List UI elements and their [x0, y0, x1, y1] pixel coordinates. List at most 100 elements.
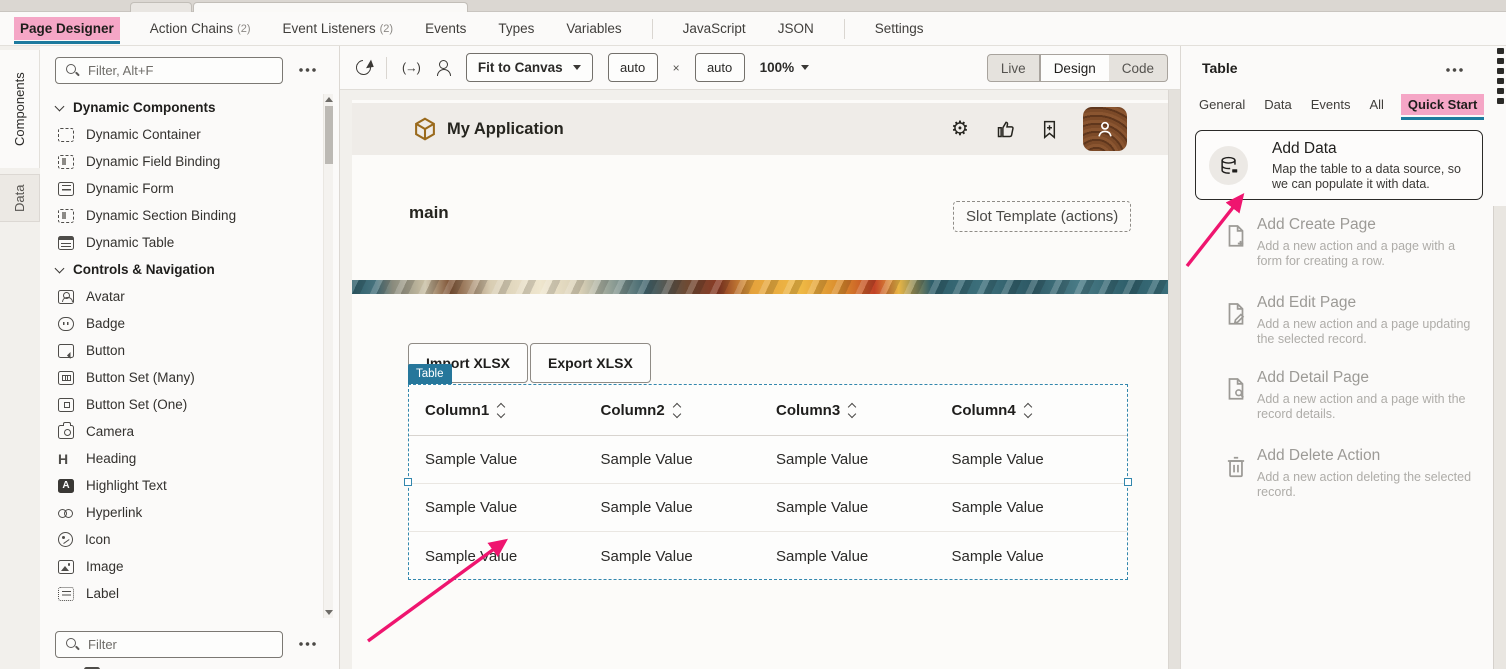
bookmark-icon[interactable]: [1039, 119, 1060, 140]
palette-overflow-menu-icon[interactable]: [299, 68, 317, 72]
palette-filter[interactable]: [55, 57, 283, 84]
app-header-bar[interactable]: My Application ⚙: [352, 103, 1168, 155]
zoom-dropdown[interactable]: 100%: [760, 60, 810, 75]
editor-tab-bar: Page Designer Action Chains(2) Event Lis…: [0, 12, 1506, 46]
collapsed-edge-tab[interactable]: [1497, 48, 1506, 112]
selection-handle-right[interactable]: [1124, 478, 1132, 486]
selection-handle-left[interactable]: [404, 478, 412, 486]
scroll-up-icon[interactable]: [325, 97, 333, 102]
dynamic-field-binding-icon: [58, 155, 74, 169]
gear-icon[interactable]: ⚙: [951, 119, 972, 140]
button-icon: [58, 344, 74, 358]
table-row[interactable]: Sample ValueSample ValueSample ValueSamp…: [409, 484, 1127, 532]
scroll-down-icon[interactable]: [325, 610, 333, 615]
column-header[interactable]: Column4: [952, 402, 1128, 419]
mode-code-button[interactable]: Code: [1109, 54, 1168, 82]
table-row[interactable]: Sample ValueSample ValueSample ValueSamp…: [409, 532, 1127, 580]
button-set-one-icon: [58, 398, 74, 412]
mode-design-button[interactable]: Design: [1040, 54, 1109, 82]
column-header[interactable]: Column1: [425, 402, 601, 419]
app-header-icons: ⚙: [951, 107, 1127, 151]
section-controls-navigation[interactable]: Controls & Navigation: [40, 256, 326, 283]
inspector-overflow-menu-icon[interactable]: [1446, 68, 1464, 72]
canvas-width-input[interactable]: [608, 53, 658, 82]
left-rail: Components Data: [0, 46, 40, 669]
live-preview-icon[interactable]: [402, 61, 420, 75]
inspector-tab-general[interactable]: General: [1197, 94, 1247, 115]
palette-scrollbar[interactable]: [323, 94, 333, 618]
structure-filter[interactable]: [55, 631, 283, 658]
rail-tab-data[interactable]: Data: [0, 174, 40, 222]
fit-to-canvas-dropdown[interactable]: Fit to Canvas: [466, 53, 593, 82]
component-icon[interactable]: Icon: [40, 526, 326, 553]
designed-page[interactable]: My Application ⚙ main Slot Template (act…: [352, 100, 1168, 669]
component-button-set-one[interactable]: Button Set (One): [40, 391, 326, 418]
sort-icon[interactable]: [1025, 404, 1031, 417]
section-dynamic-components[interactable]: Dynamic Components: [40, 94, 326, 121]
mode-switcher: Live Design Code: [987, 54, 1168, 82]
column-header[interactable]: Column2: [601, 402, 777, 419]
component-dynamic-container[interactable]: Dynamic Container: [40, 121, 326, 148]
inspector-tab-events[interactable]: Events: [1309, 94, 1353, 115]
component-avatar[interactable]: Avatar: [40, 283, 326, 310]
component-button-set-many[interactable]: Button Set (Many): [40, 364, 326, 391]
component-hyperlink[interactable]: Hyperlink: [40, 499, 326, 526]
table-row[interactable]: Sample ValueSample ValueSample ValueSamp…: [409, 436, 1127, 484]
trash-icon: [1223, 454, 1249, 480]
tab-settings[interactable]: Settings: [873, 17, 926, 40]
quick-start-add-data[interactable]: Add Data Map the table to a data source,…: [1195, 130, 1483, 200]
inspector-tabs: General Data Events All Quick Start: [1197, 94, 1484, 115]
mode-live-button[interactable]: Live: [987, 54, 1040, 82]
quick-start-title: Add Data: [1272, 140, 1337, 158]
toolbar-divider: [386, 57, 387, 79]
scrollbar-thumb[interactable]: [325, 106, 333, 164]
component-image[interactable]: Image: [40, 553, 326, 580]
component-heading[interactable]: Heading: [40, 445, 326, 472]
component-dynamic-table[interactable]: Dynamic Table: [40, 229, 326, 256]
document-tab-partial[interactable]: [130, 2, 192, 12]
export-xlsx-button[interactable]: Export XLSX: [530, 343, 651, 383]
tab-json[interactable]: JSON: [776, 17, 816, 40]
person-icon: [1094, 118, 1116, 140]
inspector-tab-data[interactable]: Data: [1262, 94, 1293, 115]
inspector-tab-all[interactable]: All: [1367, 94, 1385, 115]
component-dynamic-section-binding[interactable]: Dynamic Section Binding: [40, 202, 326, 229]
tab-variables[interactable]: Variables: [564, 17, 623, 40]
column-header[interactable]: Column3: [776, 402, 952, 419]
structure-overflow-menu-icon[interactable]: [299, 642, 317, 646]
component-dynamic-form[interactable]: Dynamic Form: [40, 175, 326, 202]
document-tab-active[interactable]: [193, 2, 468, 12]
sort-icon[interactable]: [498, 404, 504, 417]
slot-template-actions[interactable]: Slot Template (actions): [953, 201, 1131, 232]
sort-icon[interactable]: [674, 404, 680, 417]
user-avatar[interactable]: [1083, 107, 1127, 151]
tab-event-listeners[interactable]: Event Listeners(2): [281, 17, 396, 40]
tab-count: (2): [380, 23, 393, 36]
user-context-icon[interactable]: [435, 60, 451, 76]
chevron-down-icon: [801, 65, 809, 70]
component-label[interactable]: Label: [40, 580, 326, 607]
inspector-tab-quick-start[interactable]: Quick Start: [1401, 94, 1484, 115]
structure-filter-input[interactable]: [88, 637, 258, 652]
inspector-scrollbar[interactable]: [1493, 206, 1506, 669]
component-dynamic-field-binding[interactable]: Dynamic Field Binding: [40, 148, 326, 175]
sort-icon[interactable]: [849, 404, 855, 417]
component-badge[interactable]: Badge: [40, 310, 326, 337]
thumbs-up-icon[interactable]: [995, 119, 1016, 140]
tab-page-designer[interactable]: Page Designer: [14, 17, 120, 40]
component-button[interactable]: Button: [40, 337, 326, 364]
component-highlight-text[interactable]: Highlight Text: [40, 472, 326, 499]
tab-types[interactable]: Types: [496, 17, 536, 40]
refresh-icon[interactable]: [353, 57, 374, 78]
component-camera[interactable]: Camera: [40, 418, 326, 445]
tab-events[interactable]: Events: [423, 17, 468, 40]
tab-action-chains[interactable]: Action Chains(2): [148, 17, 253, 40]
tab-javascript[interactable]: JavaScript: [681, 17, 748, 40]
palette-filter-input[interactable]: [88, 63, 258, 78]
page-heading[interactable]: main: [409, 203, 449, 223]
structure-item-clipped[interactable]: [40, 660, 326, 669]
palette-filter-row: [40, 56, 340, 84]
table-component[interactable]: Column1 Column2 Column3 Column4 Sample V…: [408, 384, 1128, 580]
rail-tab-components[interactable]: Components: [0, 50, 40, 168]
canvas-height-input[interactable]: [695, 53, 745, 82]
